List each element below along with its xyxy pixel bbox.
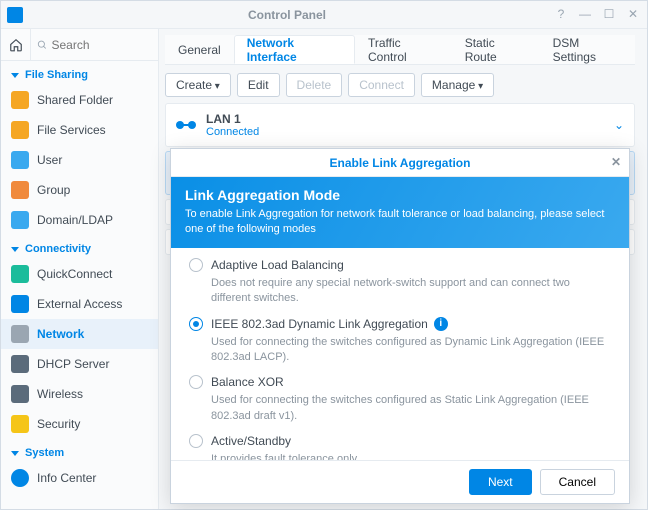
tabs: General Network Interface Traffic Contro…	[165, 35, 635, 65]
sidebar-item-label: File Services	[37, 123, 106, 137]
minimize-icon[interactable]: —	[577, 7, 593, 23]
sidebar-item-label: Domain/LDAP	[37, 213, 113, 227]
connect-button[interactable]: Connect	[348, 73, 415, 97]
sidebar-item-label: QuickConnect	[37, 267, 112, 281]
close-icon[interactable]: ✕	[625, 7, 641, 23]
option-desc: It provides fault tolerance only.	[211, 452, 611, 460]
tab-general[interactable]: General	[165, 35, 234, 64]
option-ieee-8023ad[interactable]: IEEE 802.3ad Dynamic Link Aggregation i U…	[189, 317, 611, 366]
modal-title-text: Enable Link Aggregation	[330, 156, 471, 170]
dhcp-icon	[11, 355, 29, 373]
section-connectivity[interactable]: Connectivity	[1, 235, 158, 259]
modal-banner: Link Aggregation Mode To enable Link Agg…	[171, 177, 629, 248]
option-adaptive-load-balancing[interactable]: Adaptive Load Balancing Does not require…	[189, 258, 611, 307]
option-desc: Used for connecting the switches configu…	[211, 393, 611, 424]
option-label: Active/Standby	[211, 434, 291, 448]
sidebar-item-wireless[interactable]: Wireless	[1, 379, 158, 409]
maximize-icon[interactable]: ☐	[601, 7, 617, 23]
create-button[interactable]: Create	[165, 73, 231, 97]
file-services-icon	[11, 121, 29, 139]
option-label: Balance XOR	[211, 375, 284, 389]
modal-link-aggregation: Enable Link Aggregation ✕ Link Aggregati…	[170, 148, 630, 504]
app-logo-icon	[7, 7, 23, 23]
sidebar-item-label: Shared Folder	[37, 93, 113, 107]
toolbar: Create Edit Delete Connect Manage	[159, 65, 641, 103]
lan-icon	[176, 120, 196, 130]
group-icon	[11, 181, 29, 199]
sidebar-item-label: Network	[37, 327, 84, 341]
option-label: Adaptive Load Balancing	[211, 258, 344, 272]
sidebar-item-file-services[interactable]: File Services	[1, 115, 158, 145]
modal-titlebar: Enable Link Aggregation ✕	[171, 149, 629, 177]
option-label: IEEE 802.3ad Dynamic Link Aggregation	[211, 317, 428, 331]
home-button[interactable]	[1, 29, 31, 60]
chevron-down-icon[interactable]: ⌄	[614, 118, 624, 132]
sidebar-item-info-center[interactable]: Info Center	[1, 463, 158, 493]
security-icon	[11, 415, 29, 433]
cancel-button[interactable]: Cancel	[540, 469, 615, 495]
section-file-sharing[interactable]: File Sharing	[1, 61, 158, 85]
sidebar-item-group[interactable]: Group	[1, 175, 158, 205]
titlebar: Control Panel ? — ☐ ✕	[1, 1, 647, 29]
sidebar-item-dhcp-server[interactable]: DHCP Server	[1, 349, 158, 379]
interface-status: Connected	[206, 126, 259, 138]
tab-traffic-control[interactable]: Traffic Control	[355, 35, 452, 64]
modal-footer: Next Cancel	[171, 460, 629, 503]
help-icon[interactable]: ?	[553, 7, 569, 23]
sidebar-item-security[interactable]: Security	[1, 409, 158, 439]
search-input[interactable]	[51, 38, 152, 52]
external-access-icon	[11, 295, 29, 313]
tab-static-route[interactable]: Static Route	[452, 35, 540, 64]
radio-icon[interactable]	[189, 375, 203, 389]
sidebar-item-label: External Access	[37, 297, 122, 311]
domain-icon	[11, 211, 29, 229]
modal-body: Adaptive Load Balancing Does not require…	[171, 248, 629, 460]
sidebar: File Sharing Shared Folder File Services…	[1, 29, 159, 509]
next-button[interactable]: Next	[469, 469, 532, 495]
sidebar-item-network[interactable]: Network	[1, 319, 158, 349]
tab-dsm-settings[interactable]: DSM Settings	[540, 35, 635, 64]
option-active-standby[interactable]: Active/Standby It provides fault toleran…	[189, 434, 611, 460]
option-desc: Does not require any special network-swi…	[211, 276, 611, 307]
sidebar-item-label: User	[37, 153, 62, 167]
radio-icon[interactable]	[189, 258, 203, 272]
sidebar-item-domain-ldap[interactable]: Domain/LDAP	[1, 205, 158, 235]
option-desc: Used for connecting the switches configu…	[211, 335, 611, 366]
info-icon[interactable]: i	[434, 317, 448, 331]
interface-name: LAN 1	[206, 112, 259, 126]
user-icon	[11, 151, 29, 169]
wireless-icon	[11, 385, 29, 403]
modal-close-icon[interactable]: ✕	[611, 155, 621, 169]
sidebar-item-label: Group	[37, 183, 70, 197]
search-icon	[37, 39, 47, 51]
folder-icon	[11, 91, 29, 109]
modal-banner-title: Link Aggregation Mode	[185, 187, 615, 203]
sidebar-item-label: Security	[37, 417, 80, 431]
radio-icon[interactable]	[189, 317, 203, 331]
sidebar-item-quickconnect[interactable]: QuickConnect	[1, 259, 158, 289]
window-title: Control Panel	[29, 8, 545, 22]
manage-button[interactable]: Manage	[421, 73, 494, 97]
interface-row-lan1[interactable]: LAN 1 Connected ⌄	[165, 103, 635, 147]
edit-button[interactable]: Edit	[237, 73, 280, 97]
sidebar-item-label: Wireless	[37, 387, 83, 401]
sidebar-item-external-access[interactable]: External Access	[1, 289, 158, 319]
sidebar-item-label: Info Center	[37, 471, 96, 485]
quickconnect-icon	[11, 265, 29, 283]
delete-button[interactable]: Delete	[286, 73, 343, 97]
modal-banner-text: To enable Link Aggregation for network f…	[185, 207, 615, 238]
sidebar-item-user[interactable]: User	[1, 145, 158, 175]
section-system[interactable]: System	[1, 439, 158, 463]
option-balance-xor[interactable]: Balance XOR Used for connecting the swit…	[189, 375, 611, 424]
info-center-icon	[11, 469, 29, 487]
radio-icon[interactable]	[189, 434, 203, 448]
search-field[interactable]	[31, 29, 158, 60]
network-icon	[11, 325, 29, 343]
sidebar-item-shared-folder[interactable]: Shared Folder	[1, 85, 158, 115]
tab-network-interface[interactable]: Network Interface	[234, 35, 355, 64]
sidebar-item-label: DHCP Server	[37, 357, 109, 371]
